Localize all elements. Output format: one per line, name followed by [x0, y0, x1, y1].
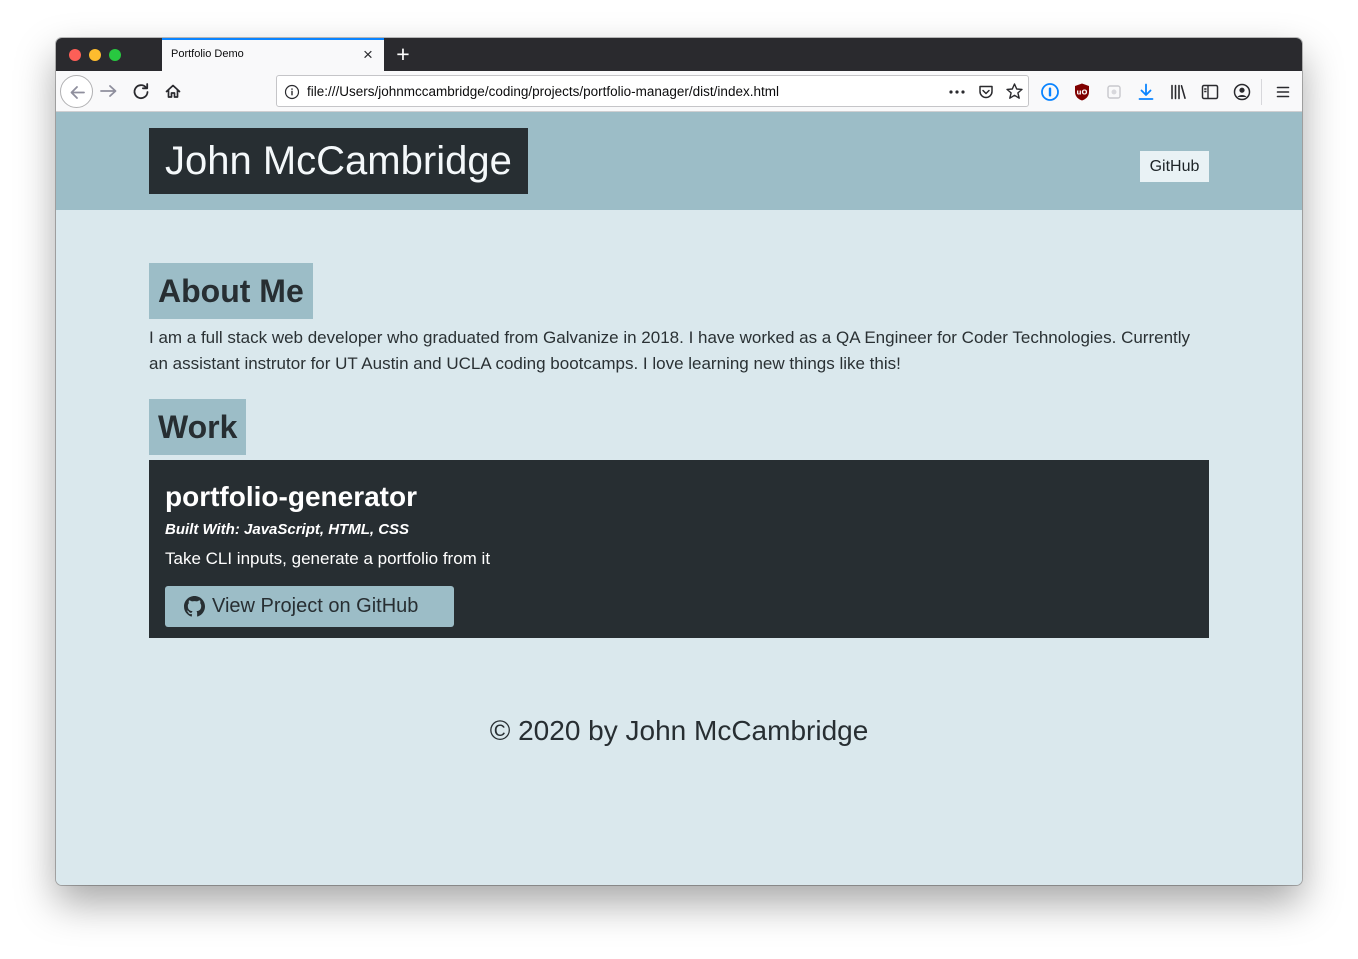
- window-maximize-button[interactable]: [109, 49, 121, 61]
- home-button[interactable]: [158, 75, 188, 107]
- project-card: portfolio-generator Built With: JavaScri…: [149, 460, 1209, 638]
- new-tab-icon[interactable]: +: [392, 41, 414, 67]
- project-built-with: Built With: JavaScript, HTML, CSS: [165, 521, 410, 538]
- work-heading: Work: [149, 399, 247, 455]
- library-icon[interactable]: [1167, 81, 1189, 103]
- forward-arrow-icon: [100, 85, 117, 97]
- page-actions-icon[interactable]: [948, 84, 966, 100]
- project-description: Take CLI inputs, generate a portfolio fr…: [165, 549, 491, 568]
- ublock-shield-icon[interactable]: uO: [1071, 81, 1093, 103]
- svg-text:uO: uO: [1077, 89, 1088, 97]
- site-info-icon[interactable]: [284, 84, 300, 100]
- address-bar[interactable]: file:///Users/johnmccambridge/coding/pro…: [276, 75, 1029, 107]
- password-manager-icon[interactable]: [1039, 81, 1061, 103]
- url-text: file:///Users/johnmccambridge/coding/pro…: [307, 84, 779, 99]
- browser-tab[interactable]: Portfolio Demo ×: [162, 38, 384, 71]
- tab-strip: Portfolio Demo × +: [56, 38, 1302, 71]
- back-arrow-icon: [70, 86, 85, 99]
- about-heading: About Me: [149, 263, 313, 319]
- forward-button[interactable]: [94, 75, 124, 107]
- toolbar-separator: [1261, 79, 1262, 105]
- tab-close-icon[interactable]: ×: [360, 46, 376, 64]
- sidebar-icon[interactable]: [1199, 81, 1221, 103]
- menu-hamburger-icon[interactable]: [1272, 81, 1294, 103]
- site-footer: © 2020 by John McCambridge: [489, 715, 869, 746]
- project-name: portfolio-generator: [165, 481, 417, 512]
- about-text: I am a full stack web developer who grad…: [149, 328, 1191, 373]
- extension-icon[interactable]: [1103, 81, 1125, 103]
- reload-icon: [133, 83, 149, 100]
- github-icon: [184, 596, 205, 617]
- reload-button[interactable]: [126, 75, 156, 107]
- account-icon[interactable]: [1231, 81, 1253, 103]
- home-icon: [165, 84, 181, 98]
- github-nav-link[interactable]: GitHub: [1140, 151, 1209, 182]
- site-header: John McCambridge GitHub: [56, 112, 1302, 210]
- back-button[interactable]: [60, 75, 93, 108]
- tab-title: Portfolio Demo: [171, 48, 244, 60]
- site-title: John McCambridge: [149, 128, 528, 194]
- window-close-button[interactable]: [69, 49, 81, 61]
- view-project-button[interactable]: View Project on GitHub: [165, 586, 454, 627]
- window-minimize-button[interactable]: [89, 49, 101, 61]
- view-project-label: View Project on GitHub: [212, 595, 419, 617]
- navigation-toolbar: file:///Users/johnmccambridge/coding/pro…: [56, 71, 1302, 112]
- pocket-icon[interactable]: [977, 83, 995, 101]
- download-icon[interactable]: [1135, 81, 1157, 103]
- bookmark-star-icon[interactable]: [1005, 82, 1024, 101]
- browser-window: Portfolio Demo × + file:///Users/johnmcc…: [56, 38, 1302, 885]
- web-page: John McCambridge GitHub About Me I am a …: [56, 112, 1302, 885]
